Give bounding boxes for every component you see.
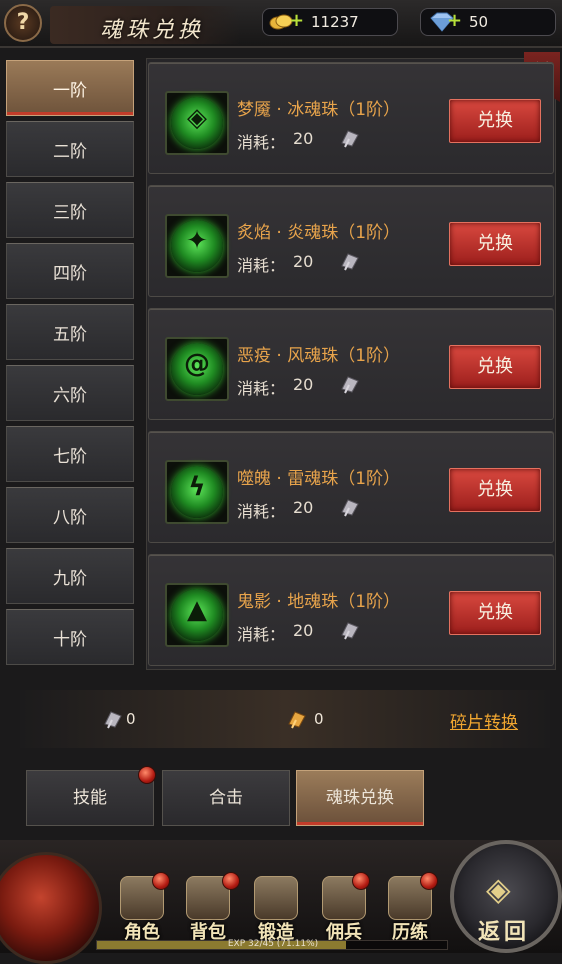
silver-fragment-icon xyxy=(341,253,359,271)
tier-list: 一阶 二阶 三阶 四阶 五阶 六阶 七阶 八阶 九阶 十阶 xyxy=(6,60,134,670)
exp-text: EXP 32/45 (71.11%) xyxy=(227,939,319,949)
top-bar: ? 魂珠兑换 + 11237 + 50 xyxy=(0,0,562,48)
notification-dot xyxy=(222,872,240,890)
notification-dot xyxy=(138,766,156,784)
return-emblem-icon: ◈ xyxy=(486,870,511,908)
tab-combo[interactable]: 合击 xyxy=(162,770,290,826)
main-nav: 角色 背包 锻造 佣兵 历练 EXP 32/45 (71.11%) ◈ 返回 xyxy=(0,840,562,964)
tier-tab-2[interactable]: 二阶 xyxy=(6,121,134,177)
exchange-item-earth: ▲ 鬼影 · 地魂珠（1阶） 消耗： 20 兑换 xyxy=(148,554,554,666)
silver-fragment-icon xyxy=(341,130,359,148)
exchange-button[interactable]: 兑换 xyxy=(449,222,541,266)
ice-soul-orb-icon: ◈ xyxy=(165,91,229,155)
item-name: 炙焰 · 炎魂珠（1阶） xyxy=(237,223,401,243)
thunder-soul-orb-icon: ϟ xyxy=(165,460,229,524)
item-cost-label: 消耗： xyxy=(237,133,286,152)
gold-fragment-icon xyxy=(288,711,306,729)
item-cost-value: 20 xyxy=(293,621,314,640)
gold-currency[interactable]: + 11237 xyxy=(262,8,398,36)
item-cost-value: 20 xyxy=(293,375,314,394)
fragment-bar: 0 0 碎片转换 xyxy=(20,690,550,748)
silver-fragment-icon xyxy=(104,711,122,729)
silver-fragment-icon xyxy=(341,499,359,517)
health-orb xyxy=(0,852,102,964)
exchange-item-wind: @ 恶疫 · 风魂珠（1阶） 消耗： 20 兑换 xyxy=(148,308,554,420)
item-cost-value: 20 xyxy=(293,129,314,148)
anvil-hammer-icon xyxy=(254,876,298,920)
tier-tab-5[interactable]: 五阶 xyxy=(6,304,134,360)
bottom-tabs: 技能 合击 魂珠兑换 xyxy=(0,760,562,832)
notification-dot xyxy=(420,872,438,890)
gem-currency[interactable]: + 50 xyxy=(420,8,556,36)
silver-fragment-icon xyxy=(341,622,359,640)
item-name: 梦魇 · 冰魂珠（1阶） xyxy=(237,100,401,120)
exchange-button[interactable]: 兑换 xyxy=(449,99,541,143)
silver-fragment-icon xyxy=(341,376,359,394)
exchange-item-ice: ◈ 梦魇 · 冰魂珠（1阶） 消耗： 20 兑换 xyxy=(148,62,554,174)
tier-tab-6[interactable]: 六阶 xyxy=(6,365,134,421)
tier-tab-3[interactable]: 三阶 xyxy=(6,182,134,238)
exchange-button[interactable]: 兑换 xyxy=(449,591,541,635)
gold-fragment-count: 0 xyxy=(314,710,324,728)
silver-fragment-count: 0 xyxy=(126,710,136,728)
tier-tab-1[interactable]: 一阶 xyxy=(6,60,134,116)
tab-soul-exchange[interactable]: 魂珠兑换 xyxy=(296,770,424,826)
tier-tab-7[interactable]: 七阶 xyxy=(6,426,134,482)
tab-skills[interactable]: 技能 xyxy=(26,770,154,826)
add-gold-icon[interactable]: + xyxy=(289,8,304,34)
item-name: 鬼影 · 地魂珠（1阶） xyxy=(237,592,401,612)
item-cost-value: 20 xyxy=(293,498,314,517)
exchange-item-thunder: ϟ 噬魄 · 雷魂珠（1阶） 消耗： 20 兑换 xyxy=(148,431,554,543)
tier-tab-4[interactable]: 四阶 xyxy=(6,243,134,299)
item-cost-label: 消耗： xyxy=(237,502,286,521)
item-name: 噬魄 · 雷魂珠（1阶） xyxy=(237,469,401,489)
nav-forge[interactable]: 锻造 xyxy=(248,876,304,948)
help-icon[interactable]: ? xyxy=(4,4,42,42)
tier-tab-8[interactable]: 八阶 xyxy=(6,487,134,543)
wind-soul-orb-icon: @ xyxy=(165,337,229,401)
exchange-item-flame: ✦ 炙焰 · 炎魂珠（1阶） 消耗： 20 兑换 xyxy=(148,185,554,297)
page-title: 魂珠兑换 xyxy=(100,18,205,43)
item-cost-value: 20 xyxy=(293,252,314,271)
item-cost-label: 消耗： xyxy=(237,379,286,398)
earth-soul-orb-icon: ▲ xyxy=(165,583,229,647)
gem-value: 50 xyxy=(469,13,489,31)
item-cost-label: 消耗： xyxy=(237,625,286,644)
exchange-button[interactable]: 兑换 xyxy=(449,345,541,389)
exp-bar: EXP 32/45 (71.11%) xyxy=(96,939,448,950)
item-cost-label: 消耗： xyxy=(237,256,286,275)
notification-dot xyxy=(152,872,170,890)
tier-tab-9[interactable]: 九阶 xyxy=(6,548,134,604)
return-label: 返回 xyxy=(478,919,531,945)
exchange-button[interactable]: 兑换 xyxy=(449,468,541,512)
return-button[interactable]: ◈ 返回 xyxy=(450,840,562,953)
flame-soul-orb-icon: ✦ xyxy=(165,214,229,278)
fragment-convert-link[interactable]: 碎片转换 xyxy=(450,708,518,733)
gold-value: 11237 xyxy=(311,13,359,31)
tier-tab-10[interactable]: 十阶 xyxy=(6,609,134,665)
add-gem-icon[interactable]: + xyxy=(447,8,462,34)
notification-dot xyxy=(352,872,370,890)
item-name: 恶疫 · 风魂珠（1阶） xyxy=(237,346,401,366)
